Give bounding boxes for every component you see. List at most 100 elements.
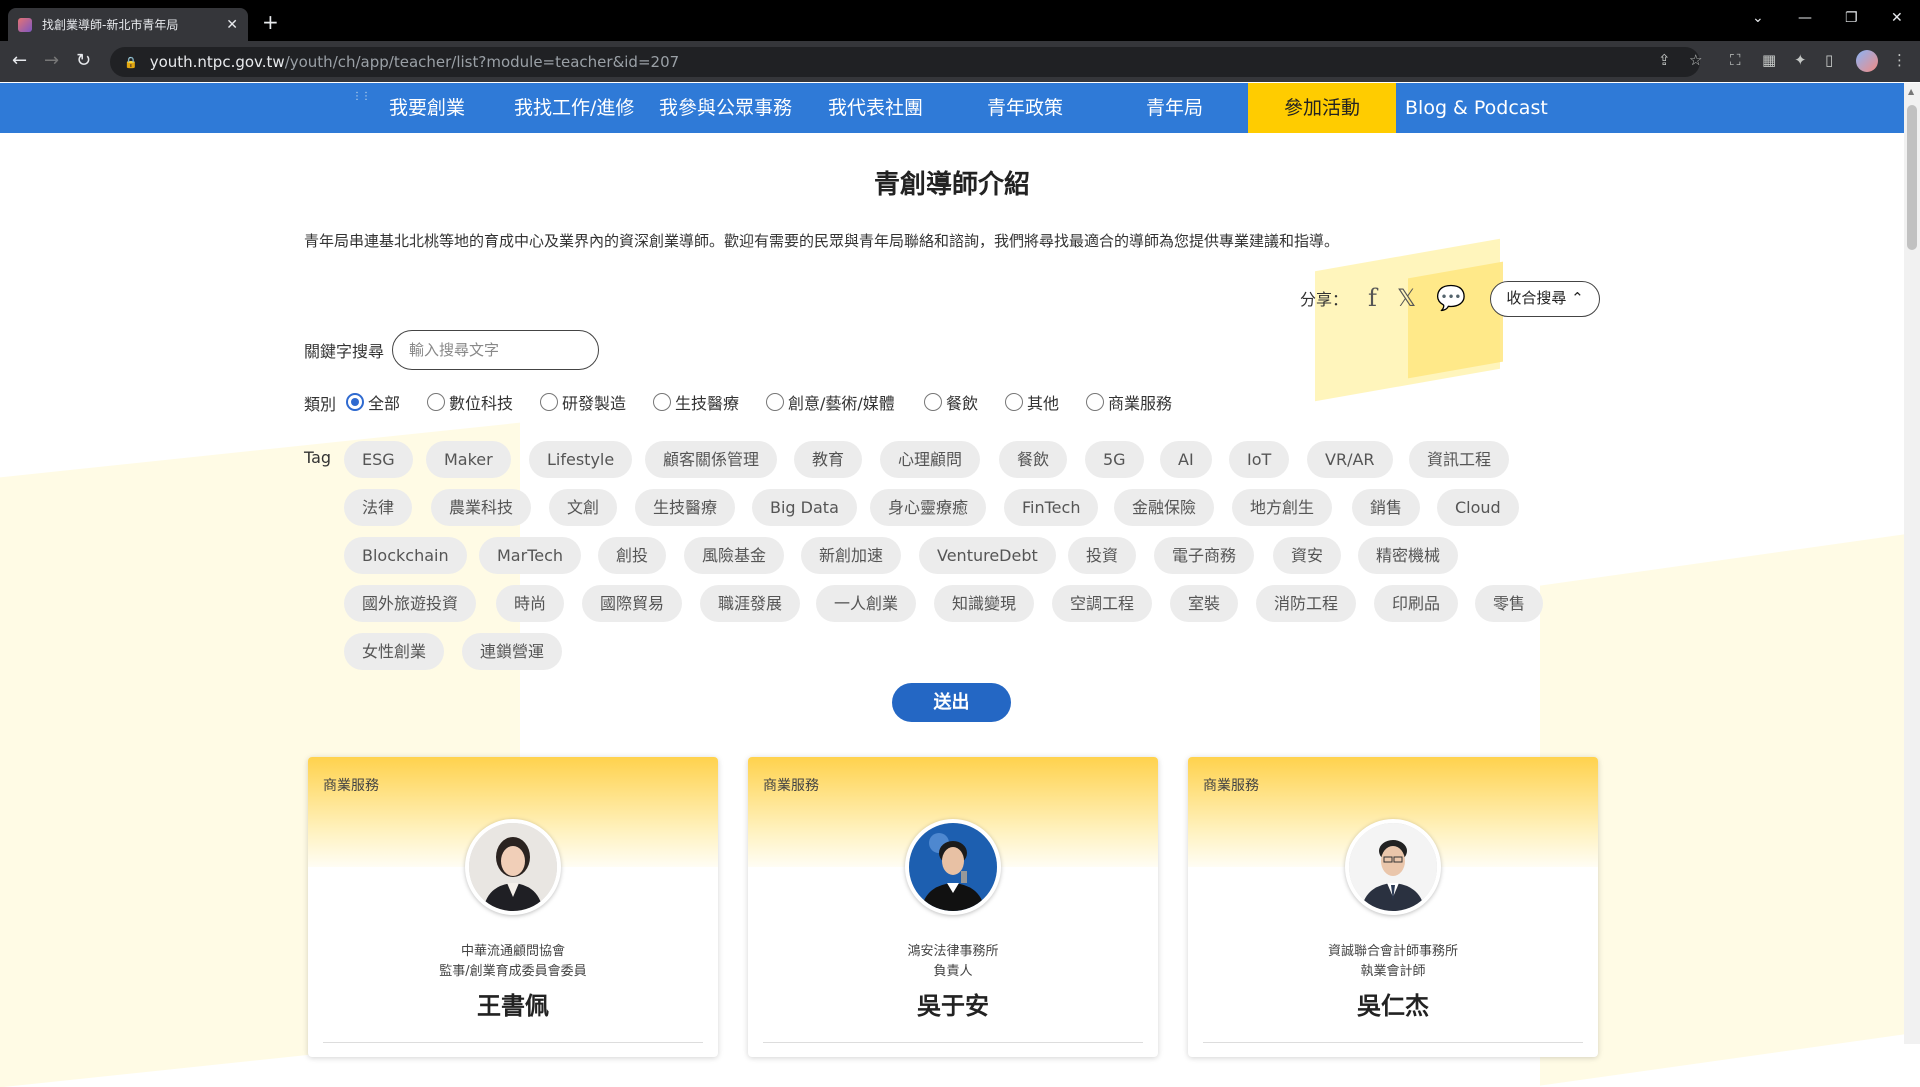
- nav-item-events[interactable]: 參加活動: [1248, 83, 1397, 133]
- drag-handle-icon[interactable]: ⋮⋮: [352, 91, 371, 102]
- tag-chip[interactable]: 一人創業: [816, 585, 917, 622]
- tag-chip[interactable]: 身心靈療癒: [870, 489, 987, 526]
- tag-chip[interactable]: 投資: [1068, 537, 1137, 574]
- scroll-up-icon[interactable]: ▲: [1908, 87, 1914, 96]
- tag-chip[interactable]: Cloud: [1437, 489, 1519, 526]
- nav-item-blog-podcast[interactable]: Blog & Podcast: [1405, 83, 1548, 133]
- tag-chip[interactable]: 知識變現: [934, 585, 1035, 622]
- share-page-icon[interactable]: ⇪: [1658, 51, 1671, 69]
- tag-chip[interactable]: Lifestyle: [529, 441, 633, 478]
- tag-chip[interactable]: VR/AR: [1307, 441, 1393, 478]
- tag-chip[interactable]: 餐飲: [999, 441, 1068, 478]
- tag-chip[interactable]: 心理顧問: [880, 441, 981, 478]
- tag-chip[interactable]: 金融保險: [1114, 489, 1215, 526]
- tag-chip[interactable]: VentureDebt: [919, 537, 1056, 574]
- tag-chip[interactable]: 5G: [1085, 441, 1144, 478]
- qr-code-icon[interactable]: ▦: [1762, 51, 1776, 69]
- mentor-card[interactable]: 商業服務 中華流通顧問協會 監事/創業育成委員會委員 王書佩: [308, 757, 718, 1057]
- tag-chip[interactable]: Maker: [426, 441, 511, 478]
- tag-chip[interactable]: 顧客關係管理: [645, 441, 778, 478]
- tag-chip[interactable]: 資訊工程: [1409, 441, 1510, 478]
- nav-item-public-affairs[interactable]: 我參與公眾事務: [659, 83, 792, 133]
- close-window-icon[interactable]: ✕: [1891, 10, 1903, 26]
- reload-icon[interactable]: ↻: [76, 50, 91, 72]
- nav-item-youth-policy[interactable]: 青年政策: [987, 83, 1063, 133]
- page-scrollbar[interactable]: ▲: [1904, 83, 1920, 1044]
- tag-chip[interactable]: 文創: [549, 489, 618, 526]
- tag-chip[interactable]: 風險基金: [684, 537, 785, 574]
- category-radio-other[interactable]: 其他: [1005, 390, 1059, 414]
- collapse-search-button[interactable]: 收合搜尋 ⌃: [1490, 281, 1600, 317]
- side-panel-icon[interactable]: ▯: [1825, 51, 1833, 69]
- restore-icon[interactable]: ❐: [1845, 10, 1858, 26]
- category-radio-rd[interactable]: 研發製造: [540, 390, 626, 414]
- tag-chip[interactable]: 消防工程: [1256, 585, 1357, 622]
- nav-item-clubs[interactable]: 我代表社團: [828, 83, 923, 133]
- radio-dot[interactable]: [653, 393, 671, 411]
- category-radio-food[interactable]: 餐飲: [924, 390, 978, 414]
- tag-chip[interactable]: 空調工程: [1052, 585, 1153, 622]
- forward-icon[interactable]: →: [44, 50, 59, 72]
- tag-chip[interactable]: 銷售: [1352, 489, 1421, 526]
- tag-chip[interactable]: 資安: [1273, 537, 1342, 574]
- tag-chip[interactable]: 女性創業: [344, 633, 445, 670]
- tag-chip[interactable]: 教育: [794, 441, 863, 478]
- line-icon[interactable]: 💬: [1436, 284, 1466, 312]
- radio-dot[interactable]: [924, 393, 942, 411]
- extensions-icon[interactable]: ✦: [1794, 51, 1807, 69]
- tag-chip[interactable]: 國際貿易: [582, 585, 683, 622]
- tag-chip[interactable]: 連鎖營運: [462, 633, 563, 670]
- browser-tab[interactable]: 找創業導師-新北市青年局 ✕: [8, 8, 248, 41]
- tag-chip[interactable]: 室裝: [1170, 585, 1239, 622]
- x-twitter-icon[interactable]: 𝕏: [1397, 284, 1416, 312]
- bookmark-star-icon[interactable]: ☆: [1689, 51, 1702, 69]
- category-radio-digital[interactable]: 數位科技: [427, 390, 513, 414]
- address-bar[interactable]: 🔒 youth.ntpc.gov.tw /youth/ch/app/teache…: [110, 47, 1700, 77]
- nav-item-startup[interactable]: 我要創業: [389, 83, 465, 133]
- tag-chip[interactable]: 職涯發展: [700, 585, 801, 622]
- close-tab-icon[interactable]: ✕: [226, 17, 238, 33]
- tag-chip[interactable]: MarTech: [479, 537, 582, 574]
- new-tab-icon[interactable]: +: [262, 10, 279, 34]
- category-radio-business[interactable]: 商業服務: [1086, 390, 1172, 414]
- menu-kebab-icon[interactable]: ⋮: [1892, 51, 1907, 69]
- tag-chip[interactable]: 時尚: [496, 585, 565, 622]
- tag-chip[interactable]: 創投: [598, 537, 667, 574]
- tag-chip[interactable]: 印刷品: [1374, 585, 1459, 622]
- tag-chip[interactable]: Big Data: [752, 489, 857, 526]
- tag-chip[interactable]: 地方創生: [1232, 489, 1333, 526]
- category-radio-biotech[interactable]: 生技醫療: [653, 390, 739, 414]
- radio-dot[interactable]: [346, 393, 364, 411]
- mentor-card[interactable]: 商業服務 鴻安法律事務所 負責人 吳于安: [748, 757, 1158, 1057]
- scrollbar-thumb[interactable]: [1907, 105, 1917, 250]
- mentor-card[interactable]: 商業服務 資誠聯合會計師事務所 執業會計師 吳仁杰: [1188, 757, 1598, 1057]
- tag-chip[interactable]: IoT: [1229, 441, 1290, 478]
- tag-chip[interactable]: Blockchain: [344, 537, 467, 574]
- tag-chip[interactable]: 生技醫療: [635, 489, 736, 526]
- tag-chip[interactable]: 零售: [1475, 585, 1544, 622]
- tag-chip[interactable]: 農業科技: [431, 489, 532, 526]
- radio-dot[interactable]: [427, 393, 445, 411]
- submit-button[interactable]: 送出: [892, 683, 1011, 722]
- tab-search-icon[interactable]: ⌄: [1752, 10, 1764, 26]
- radio-dot[interactable]: [540, 393, 558, 411]
- radio-dot[interactable]: [766, 393, 784, 411]
- category-radio-all[interactable]: 全部: [346, 390, 400, 414]
- tag-chip[interactable]: 新創加速: [801, 537, 902, 574]
- back-icon[interactable]: ←: [12, 50, 27, 72]
- minimize-icon[interactable]: —: [1798, 10, 1812, 26]
- tag-chip[interactable]: 精密機械: [1358, 537, 1459, 574]
- tag-chip[interactable]: 電子商務: [1154, 537, 1255, 574]
- tag-chip[interactable]: 國外旅遊投資: [344, 585, 477, 622]
- keyword-search-input[interactable]: [392, 330, 599, 370]
- tag-chip[interactable]: ESG: [344, 441, 413, 478]
- tag-chip[interactable]: FinTech: [1004, 489, 1099, 526]
- nav-item-jobs[interactable]: 我找工作/進修: [514, 83, 634, 133]
- screenshot-icon[interactable]: ⛶: [1730, 51, 1741, 69]
- category-radio-creative[interactable]: 創意/藝術/媒體: [766, 390, 895, 414]
- profile-avatar[interactable]: [1856, 50, 1878, 72]
- tag-chip[interactable]: AI: [1160, 441, 1212, 478]
- tag-chip[interactable]: 法律: [344, 489, 413, 526]
- nav-item-youth-bureau[interactable]: 青年局: [1146, 83, 1203, 133]
- facebook-icon[interactable]: f: [1368, 284, 1377, 312]
